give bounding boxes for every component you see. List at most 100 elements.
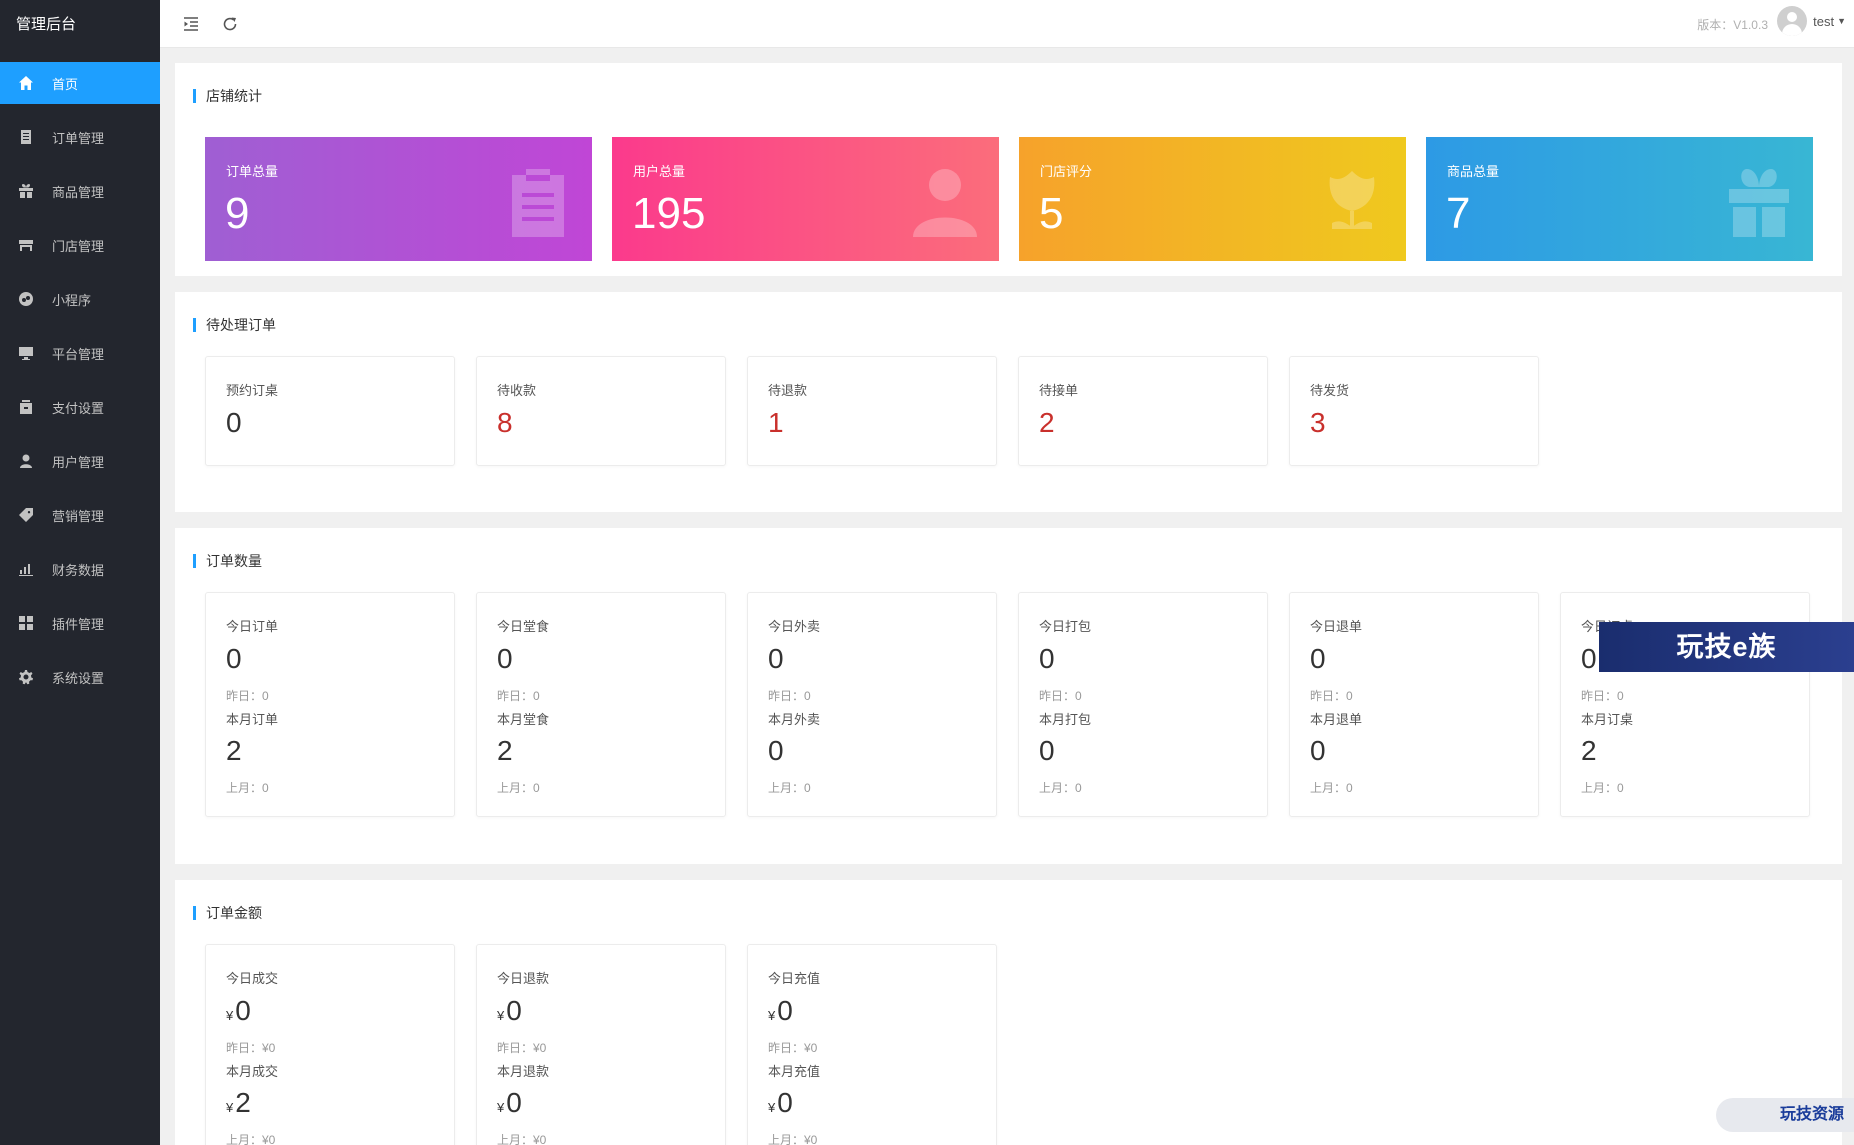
stat-label: 门店评分 <box>1040 164 1093 179</box>
sidebar-item-plugins[interactable]: 插件管理 <box>0 602 160 644</box>
last-month-text: 上月：0 <box>1581 781 1624 795</box>
order-count-card[interactable]: 今日外卖 0 昨日：0 本月外卖 0 上月：0 <box>747 592 997 817</box>
order-count-card[interactable]: 今日退单 0 昨日：0 本月退单 0 上月：0 <box>1289 592 1539 817</box>
sidebar-item-label: 商品管理 <box>52 184 105 200</box>
version-label: 版本：V1.0.3 <box>1697 18 1768 32</box>
sidebar-item-orders[interactable]: 订单管理 <box>0 116 160 158</box>
order-amount-card[interactable]: 今日退款 ¥0 昨日：¥0 本月退款 ¥0 上月：¥0 <box>476 944 726 1145</box>
month-value: 0 <box>1310 735 1326 766</box>
flower-icon <box>1320 167 1384 237</box>
collapse-menu-button[interactable] <box>180 13 202 35</box>
bar-chart-icon <box>18 561 34 577</box>
month-label: 本月订桌 <box>1581 712 1634 727</box>
month-value: 0 <box>768 735 784 766</box>
pending-card-payment[interactable]: 待收款 8 <box>476 356 726 466</box>
store-icon <box>18 237 34 253</box>
sidebar-item-label: 首页 <box>52 76 79 92</box>
amount-value: 2 <box>235 1087 251 1118</box>
today-value: 0 <box>1310 643 1326 674</box>
gear-icon <box>18 669 34 685</box>
sidebar-item-users[interactable]: 用户管理 <box>0 440 160 482</box>
sidebar-item-miniprogram[interactable]: 小程序 <box>0 278 160 320</box>
sidebar-item-label: 小程序 <box>52 292 92 308</box>
today-value: 0 <box>1581 643 1597 674</box>
last-month-text: 上月：0 <box>1039 781 1082 795</box>
miniprogram-icon <box>18 291 34 307</box>
wallet-icon <box>18 399 34 415</box>
stat-value: 5 <box>1039 189 1064 238</box>
sidebar-item-finance[interactable]: 财务数据 <box>0 548 160 590</box>
user-menu[interactable]: test ▼ <box>1777 6 1846 36</box>
order-amount-card[interactable]: 今日充值 ¥0 昨日：¥0 本月充值 ¥0 上月：¥0 <box>747 944 997 1145</box>
pending-card-accept[interactable]: 待接单 2 <box>1018 356 1268 466</box>
panel-title: 店铺统计 <box>193 89 262 103</box>
stat-card-users[interactable]: 用户总量 195 <box>612 137 999 261</box>
month-label: 本月退款 <box>497 1064 550 1079</box>
app-brand: 管理后台 <box>16 16 77 33</box>
today-value: 0 <box>1039 643 1055 674</box>
order-count-card[interactable]: 今日订单 0 昨日：0 本月订单 2 上月：0 <box>205 592 455 817</box>
card-value: 8 <box>497 407 513 438</box>
sidebar-item-platform[interactable]: 平台管理 <box>0 332 160 374</box>
last-month-text: 上月：0 <box>226 781 269 795</box>
pending-card-reservation[interactable]: 预约订桌 0 <box>205 356 455 466</box>
stat-value: 7 <box>1446 189 1471 238</box>
card-label: 待退款 <box>768 383 808 398</box>
indent-icon <box>184 17 198 31</box>
user-icon <box>18 453 34 469</box>
card-label: 待接单 <box>1039 383 1079 398</box>
last-month-text: 上月：¥0 <box>226 1133 276 1145</box>
stat-card-products[interactable]: 商品总量 7 <box>1426 137 1813 261</box>
home-icon <box>18 75 34 91</box>
sidebar-item-marketing[interactable]: 营销管理 <box>0 494 160 536</box>
last-month-text: 上月：¥0 <box>497 1133 547 1145</box>
panel-title: 待处理订单 <box>193 318 276 332</box>
stat-card-orders[interactable]: 订单总量 9 <box>205 137 592 261</box>
order-amount-panel: 订单金额 今日成交 ¥0 昨日：¥0 本月成交 ¥2 上月：¥0 今日退款 ¥0… <box>175 880 1842 1145</box>
sidebar-item-settings[interactable]: 系统设置 <box>0 656 160 698</box>
amount-value: 0 <box>506 995 522 1026</box>
sidebar-item-label: 营销管理 <box>52 508 105 524</box>
stat-label: 商品总量 <box>1447 164 1500 179</box>
pending-card-refund[interactable]: 待退款 1 <box>747 356 997 466</box>
sidebar-item-payment[interactable]: 支付设置 <box>0 386 160 428</box>
today-amount: ¥0 <box>768 995 793 1027</box>
sidebar-item-products[interactable]: 商品管理 <box>0 170 160 212</box>
sidebar-item-stores[interactable]: 门店管理 <box>0 224 160 266</box>
currency-symbol: ¥ <box>226 1008 234 1023</box>
card-label: 今日外卖 <box>768 619 821 634</box>
card-value: 3 <box>1310 407 1326 438</box>
stat-card-rating[interactable]: 门店评分 5 <box>1019 137 1406 261</box>
store-stats-panel: 店铺统计 订单总量 9 用户总量 195 门店评分 5 商品总量 7 <box>175 63 1842 276</box>
sidebar-item-home[interactable]: 首页 <box>0 62 160 104</box>
order-amount-card[interactable]: 今日成交 ¥0 昨日：¥0 本月成交 ¥2 上月：¥0 <box>205 944 455 1145</box>
last-month-text: 上月：¥0 <box>768 1133 818 1145</box>
panel-title: 订单数量 <box>193 554 262 568</box>
document-icon <box>18 129 34 145</box>
order-count-card[interactable]: 今日打包 0 昨日：0 本月打包 0 上月：0 <box>1018 592 1268 817</box>
card-label: 今日退单 <box>1310 619 1363 634</box>
today-amount: ¥0 <box>497 995 522 1027</box>
username: test <box>1813 13 1835 29</box>
card-label: 今日成交 <box>226 971 279 986</box>
refresh-icon <box>223 17 237 31</box>
last-month-text: 上月：0 <box>768 781 811 795</box>
top-header: 版本：V1.0.3 test ▼ <box>160 0 1854 48</box>
pending-orders-panel: 待处理订单 预约订桌 0 待收款 8 待退款 1 待接单 2 待发货 3 <box>175 292 1842 512</box>
amount-value: 0 <box>777 995 793 1026</box>
month-value: 0 <box>1039 735 1055 766</box>
card-label: 待收款 <box>497 383 537 398</box>
stat-value: 195 <box>632 189 706 238</box>
pending-card-ship[interactable]: 待发货 3 <box>1289 356 1539 466</box>
yesterday-text: 昨日：0 <box>226 689 269 703</box>
month-amount: ¥2 <box>226 1087 251 1119</box>
order-count-card[interactable]: 今日堂食 0 昨日：0 本月堂食 2 上月：0 <box>476 592 726 817</box>
currency-symbol: ¥ <box>497 1100 505 1115</box>
chevron-down-icon: ▼ <box>1837 16 1846 26</box>
order-count-panel: 订单数量 今日订单 0 昨日：0 本月订单 2 上月：0 今日堂食 0 昨日：0… <box>175 528 1842 864</box>
month-amount: ¥0 <box>768 1087 793 1119</box>
amount-value: 0 <box>235 995 251 1026</box>
refresh-button[interactable] <box>219 13 241 35</box>
month-label: 本月外卖 <box>768 712 821 727</box>
today-value: 0 <box>768 643 784 674</box>
